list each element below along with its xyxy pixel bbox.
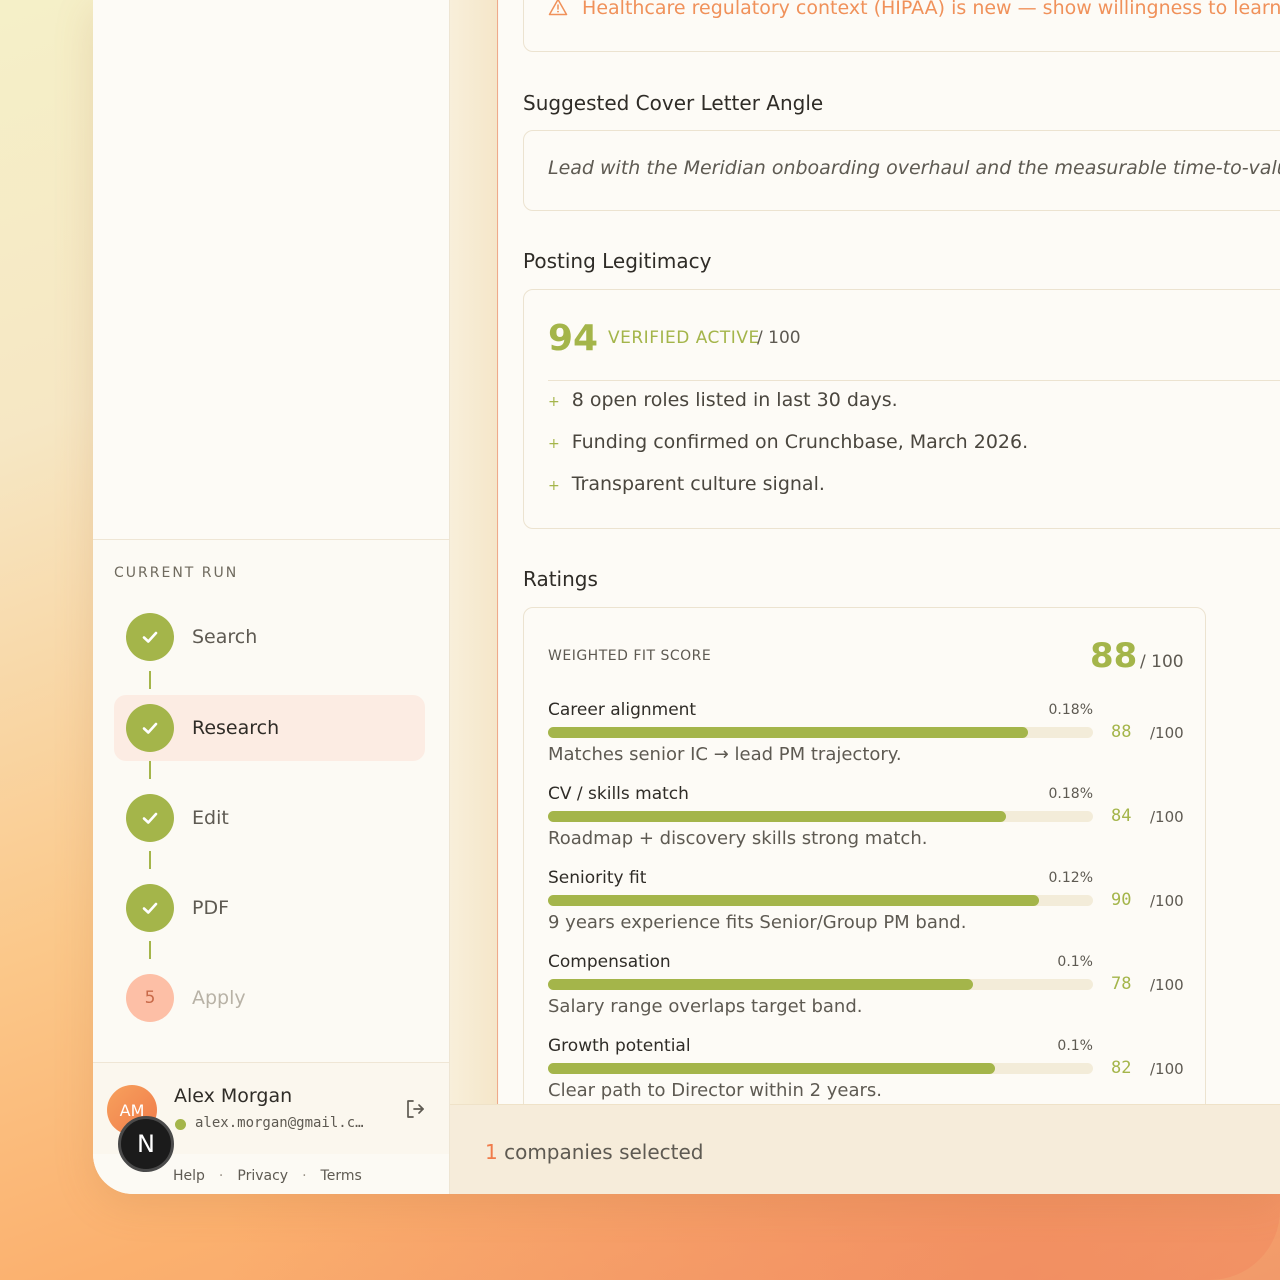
rating-criterion-weight: 0.12%	[1048, 870, 1093, 886]
legitimacy-signal: +8 open roles listed in last 30 days.	[548, 389, 898, 411]
legitimacy-title: Posting Legitimacy	[523, 249, 712, 273]
user-name: Alex Morgan	[174, 1085, 293, 1107]
divider	[548, 380, 1280, 381]
rating-criterion-weight: 0.1%	[1057, 1038, 1093, 1054]
warning-text: Healthcare regulatory context (HIPAA) is…	[582, 0, 1280, 19]
rating-progress-fill	[548, 895, 1039, 906]
plus-icon: +	[548, 394, 560, 410]
legitimacy-score: 94	[548, 318, 599, 359]
ratings-title: Ratings	[523, 567, 598, 591]
rating-criterion-note: Salary range overlaps target band.	[548, 996, 863, 1017]
rating-criterion-of: /100	[1150, 892, 1184, 910]
ratings-card: WEIGHTED FIT SCORE 88 / 100 Career align…	[523, 607, 1206, 1127]
step-label: PDF	[192, 897, 230, 919]
rating-progress-track	[548, 895, 1093, 906]
legitimacy-card: 94 VERIFIED ACTIVE / 100 +8 open roles l…	[523, 289, 1280, 529]
terms-link[interactable]: Terms	[321, 1168, 362, 1184]
plus-icon: +	[548, 478, 560, 494]
step-label: Research	[192, 717, 280, 739]
help-link[interactable]: Help	[173, 1168, 205, 1184]
rating-criterion-weight: 0.18%	[1048, 702, 1093, 718]
user-email: alex.morgan@gmail.c…	[195, 1115, 364, 1131]
rating-criterion-name: Seniority fit	[548, 868, 647, 888]
weighted-fit-score: 88	[1090, 636, 1138, 676]
rating-progress-track	[548, 811, 1093, 822]
panel-gutter	[450, 0, 498, 1104]
step-connector	[149, 941, 151, 959]
dev-tools-badge[interactable]: N	[118, 1116, 174, 1172]
step-search[interactable]: Search	[114, 604, 425, 670]
rating-criterion-note: Matches senior IC → lead PM trajectory.	[548, 744, 902, 765]
rating-criterion-of: /100	[1150, 808, 1184, 826]
step-number-badge: 5	[126, 974, 174, 1022]
logout-icon[interactable]	[403, 1097, 427, 1121]
rating-criterion-name: CV / skills match	[548, 784, 689, 804]
rating-criterion-score: 90	[1111, 890, 1132, 910]
rating-criterion-weight: 0.1%	[1057, 954, 1093, 970]
rating-criterion-name: Compensation	[548, 952, 671, 972]
rating-criterion-of: /100	[1150, 1060, 1184, 1078]
rating-criterion-name: Growth potential	[548, 1036, 691, 1056]
rating-progress-track	[548, 727, 1093, 738]
rating-criterion-score: 82	[1111, 1058, 1132, 1078]
rating-criterion-note: Clear path to Director within 2 years.	[548, 1080, 883, 1101]
sidebar-nav-area	[93, 0, 449, 540]
app-window: CURRENT RUN Search Research Edit PDF 5 A…	[93, 0, 1280, 1194]
selected-label: companies selected	[504, 1140, 704, 1164]
rating-criterion-name: Career alignment	[548, 700, 697, 720]
rating-progress-track	[548, 979, 1093, 990]
selection-bar: 1 companies selected	[450, 1104, 1280, 1194]
current-run-heading: CURRENT RUN	[114, 565, 239, 581]
weighted-fit-denominator: / 100	[1140, 652, 1184, 672]
rating-progress-track	[548, 1063, 1093, 1074]
check-icon	[126, 884, 174, 932]
step-label: Apply	[192, 987, 246, 1009]
footer-separator: ·	[218, 1168, 224, 1184]
rating-progress-fill	[548, 1063, 995, 1074]
sidebar: CURRENT RUN Search Research Edit PDF 5 A…	[93, 0, 450, 1194]
rating-progress-fill	[548, 727, 1028, 738]
footer-separator: ·	[302, 1168, 307, 1184]
warning-row: Healthcare regulatory context (HIPAA) is…	[548, 0, 1280, 21]
step-edit[interactable]: Edit	[114, 785, 425, 851]
step-connector	[149, 851, 151, 869]
rating-criterion-score: 88	[1111, 722, 1132, 742]
rating-criterion-of: /100	[1150, 724, 1184, 742]
rating-criterion-of: /100	[1150, 976, 1184, 994]
rating-criterion-weight: 0.18%	[1048, 786, 1093, 802]
rating-progress-fill	[548, 979, 974, 990]
warning-triangle-icon	[548, 0, 570, 21]
step-connector	[149, 761, 151, 779]
step-connector	[149, 671, 151, 689]
rating-criterion-note: 9 years experience fits Senior/Group PM …	[548, 912, 967, 933]
step-label: Search	[192, 626, 258, 648]
footer-links: Help · Privacy · Terms	[173, 1168, 362, 1184]
step-label: Edit	[192, 807, 229, 829]
legitimacy-status: VERIFIED ACTIVE	[608, 328, 760, 348]
cover-letter-card: Lead with the Meridian onboarding overha…	[523, 130, 1280, 211]
step-pdf[interactable]: PDF	[114, 875, 425, 941]
selection-summary: 1 companies selected	[485, 1140, 704, 1164]
weighted-fit-heading: WEIGHTED FIT SCORE	[548, 648, 712, 664]
step-apply[interactable]: 5 Apply	[114, 965, 425, 1031]
plus-icon: +	[548, 436, 560, 452]
check-icon	[126, 794, 174, 842]
online-status-dot	[175, 1119, 186, 1130]
check-icon	[126, 613, 174, 661]
rating-criterion-score: 78	[1111, 974, 1132, 994]
legitimacy-denominator: / 100	[757, 328, 801, 348]
legitimacy-signal: + Funding confirmed on Crunchbase, March …	[548, 431, 1029, 453]
selected-count: 1	[485, 1140, 498, 1164]
rating-criterion-note: Roadmap + discovery skills strong match.	[548, 828, 928, 849]
legitimacy-signal: + Transparent culture signal.	[548, 473, 825, 495]
step-research[interactable]: Research	[114, 695, 425, 761]
rating-progress-fill	[548, 811, 1006, 822]
cover-letter-title: Suggested Cover Letter Angle	[523, 91, 824, 115]
warning-card: Healthcare regulatory context (HIPAA) is…	[523, 0, 1280, 52]
rating-criterion-score: 84	[1111, 806, 1132, 826]
research-panel: Healthcare regulatory context (HIPAA) is…	[499, 0, 1280, 1127]
check-icon	[126, 704, 174, 752]
privacy-link[interactable]: Privacy	[237, 1168, 288, 1184]
cover-letter-text: Lead with the Meridian onboarding overha…	[548, 157, 1280, 179]
